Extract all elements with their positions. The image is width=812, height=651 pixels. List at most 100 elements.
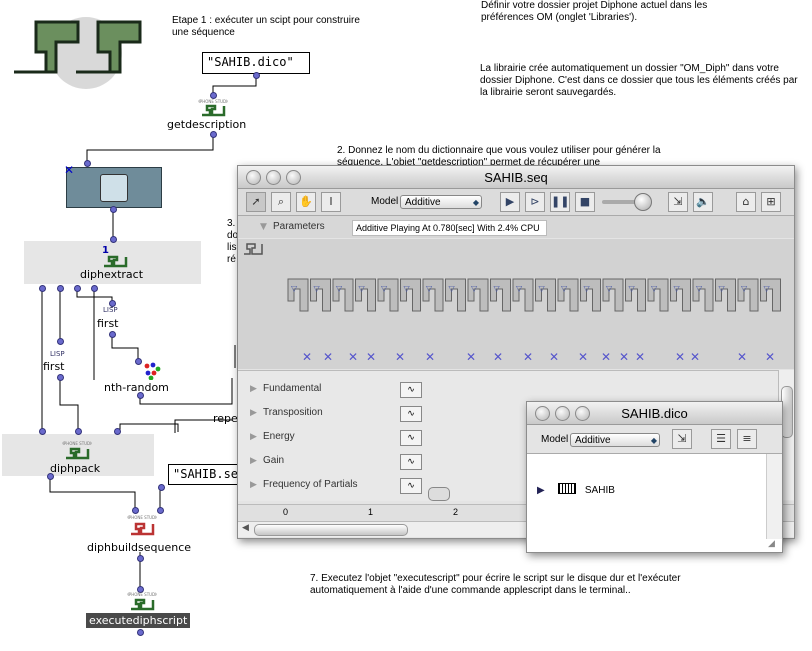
curve-editor-icon[interactable]: ∿ bbox=[400, 454, 422, 470]
marker-x-icon[interactable]: ✕ bbox=[737, 350, 747, 364]
first-left-label[interactable]: first bbox=[43, 360, 65, 373]
diphbuildsequence-inlet-1[interactable] bbox=[132, 507, 139, 514]
seq-name-outlet[interactable] bbox=[158, 484, 165, 491]
marker-x-icon[interactable]: ✕ bbox=[523, 350, 533, 364]
marker-x-icon[interactable]: ✕ bbox=[366, 350, 376, 364]
diphextract-outlet-4[interactable] bbox=[91, 285, 98, 292]
hand-tool-icon[interactable]: ✋ bbox=[296, 192, 316, 212]
diphpack-inlet-1[interactable] bbox=[39, 428, 46, 435]
executediphscript-label[interactable]: executediphscript bbox=[86, 613, 191, 628]
dico-list-icon[interactable]: ☰ bbox=[711, 429, 731, 449]
text-cursor-icon[interactable]: I bbox=[321, 192, 341, 212]
diphbuildsequence-icon[interactable]: DIPHONE STUDIO bbox=[127, 514, 157, 536]
scroll-left-icon[interactable]: ◀ bbox=[242, 523, 249, 533]
dico-titlebar[interactable]: SAHIB.dico bbox=[527, 402, 782, 425]
volume-slider-thumb[interactable] bbox=[634, 193, 652, 211]
dictionary-object[interactable] bbox=[66, 167, 162, 208]
param-disclosure-icon[interactable]: ▶ bbox=[250, 408, 257, 418]
marker-x-icon[interactable]: ✕ bbox=[395, 350, 405, 364]
diphpack-label[interactable]: diphpack bbox=[50, 462, 100, 475]
diphextract-outlet-2[interactable] bbox=[57, 285, 64, 292]
first-left-outlet[interactable] bbox=[57, 374, 64, 381]
marker-x-icon[interactable]: ✕ bbox=[601, 350, 611, 364]
partials-extra-button[interactable] bbox=[428, 487, 450, 501]
curve-editor-icon[interactable]: ∿ bbox=[400, 430, 422, 446]
getdescription-label[interactable]: getdescription bbox=[167, 118, 246, 131]
first-right-label[interactable]: first bbox=[97, 317, 119, 330]
arrow-tool-icon[interactable]: ➚ bbox=[246, 192, 266, 212]
dico-outlet[interactable] bbox=[253, 72, 260, 79]
dico-outline-icon[interactable]: ≡ bbox=[737, 429, 757, 449]
executediphscript-outlet[interactable] bbox=[137, 629, 144, 636]
getdescription-icon[interactable]: DIPHONE STUDIO bbox=[198, 97, 228, 117]
diphpack-outlet[interactable] bbox=[47, 473, 54, 480]
marker-x-icon[interactable]: ✕ bbox=[690, 350, 700, 364]
seq-scroll-thumb[interactable] bbox=[254, 524, 408, 536]
param-disclosure-icon[interactable]: ▶ bbox=[250, 384, 257, 394]
diphextract-outlet-3[interactable] bbox=[74, 285, 81, 292]
seq-titlebar[interactable]: SAHIB.seq bbox=[238, 166, 794, 189]
executediphscript-icon[interactable]: DIPHONE STUDIO bbox=[127, 591, 157, 611]
seq-model-select[interactable]: Additive ◆ bbox=[400, 195, 482, 209]
home-icon[interactable]: ⌂ bbox=[736, 192, 756, 212]
diphextract-icon[interactable] bbox=[100, 248, 130, 268]
marker-x-icon[interactable]: ✕ bbox=[578, 350, 588, 364]
stop-icon[interactable]: ■ bbox=[575, 192, 595, 212]
curve-editor-icon[interactable]: ∿ bbox=[400, 478, 422, 494]
dico-object-outlet[interactable] bbox=[110, 206, 117, 213]
diphbuildsequence-label[interactable]: diphbuildsequence bbox=[87, 541, 191, 554]
diphpack-inlet-2[interactable] bbox=[75, 428, 82, 435]
dico-vertical-scrollbar[interactable] bbox=[766, 454, 782, 539]
first-right-outlet[interactable] bbox=[109, 331, 116, 338]
dico-object-inlet[interactable] bbox=[84, 160, 91, 167]
dico-model-select[interactable]: Additive ◆ bbox=[570, 433, 660, 447]
dico-name-box[interactable]: "SAHIB.dico" bbox=[202, 52, 310, 74]
param-disclosure-icon[interactable]: ▶ bbox=[250, 480, 257, 490]
seq-name-box[interactable]: "SAHIB.seq" bbox=[168, 464, 252, 485]
repeat-label-fragment[interactable]: repe bbox=[213, 412, 238, 425]
diphextract-label[interactable]: diphextract bbox=[80, 268, 143, 281]
nth-random-outlet[interactable] bbox=[137, 392, 144, 399]
marker-x-icon[interactable]: ✕ bbox=[549, 350, 559, 364]
dico-export-icon[interactable]: ⇲ bbox=[672, 429, 692, 449]
nth-random-label[interactable]: nth-random bbox=[104, 381, 169, 394]
diphbuildsequence-inlet-2[interactable] bbox=[157, 507, 164, 514]
marker-x-icon[interactable]: ✕ bbox=[348, 350, 358, 364]
segment-marker-icon: ▽ bbox=[449, 284, 456, 293]
param-disclosure-icon[interactable]: ▶ bbox=[250, 456, 257, 466]
nth-random-inlet[interactable] bbox=[135, 358, 142, 365]
marker-x-icon[interactable]: ✕ bbox=[675, 350, 685, 364]
dice-icon[interactable] bbox=[143, 362, 161, 380]
marker-x-icon[interactable]: ✕ bbox=[466, 350, 476, 364]
diphextract-inlet[interactable] bbox=[110, 236, 117, 243]
play-icon[interactable]: ▶ bbox=[500, 192, 520, 212]
pause-icon[interactable]: ❚❚ bbox=[550, 192, 570, 212]
diphpack-icon[interactable]: DIPHONE STUDIO bbox=[62, 440, 92, 460]
dico-resize-grip-icon[interactable]: ◢ bbox=[768, 539, 775, 549]
param-disclosure-icon[interactable]: ▶ bbox=[250, 432, 257, 442]
getdescription-outlet[interactable] bbox=[210, 131, 217, 138]
speaker-icon[interactable]: 🔈 bbox=[693, 192, 713, 212]
marker-x-icon[interactable]: ✕ bbox=[765, 350, 775, 364]
marker-x-icon[interactable]: ✕ bbox=[619, 350, 629, 364]
dictionary-close-icon[interactable]: ✕ bbox=[64, 163, 74, 177]
marker-x-icon[interactable]: ✕ bbox=[635, 350, 645, 364]
diphextract-outlet-1[interactable] bbox=[39, 285, 46, 292]
curve-editor-icon[interactable]: ∿ bbox=[400, 406, 422, 422]
zoom-tool-icon[interactable]: ⌕ bbox=[271, 192, 291, 212]
first-left-inlet[interactable] bbox=[57, 338, 64, 345]
diphbuildsequence-outlet[interactable] bbox=[137, 555, 144, 562]
diphpack-inlet-3[interactable] bbox=[114, 428, 121, 435]
curve-editor-icon[interactable]: ∿ bbox=[400, 382, 422, 398]
marker-x-icon[interactable]: ✕ bbox=[302, 350, 312, 364]
play-loop-icon[interactable]: ⊳ bbox=[525, 192, 545, 212]
seq-segments-area[interactable]: ▽ ▽ ▽ ▽ ▽ ▽ ▽ ▽ ▽ ▽ ▽ ▽ ▽ ▽ ▽ ▽ ▽ ▽ ▽ ▽ ▽ ▽ ✕ ✕ ✕ ✕ ✕ ✕ ✕ ✕ ✕ ✕ ✕ ✕ ✕ ✕ ✕ ✕ ✕ ✕ bbox=[238, 239, 794, 369]
export-icon[interactable]: ⇲ bbox=[668, 192, 688, 212]
segments-icon[interactable]: ⊞ bbox=[761, 192, 781, 212]
dico-item-row[interactable]: ▶ SAHIB bbox=[537, 478, 615, 497]
marker-x-icon[interactable]: ✕ bbox=[323, 350, 333, 364]
parameters-disclosure-icon[interactable]: ▼ bbox=[260, 222, 267, 232]
marker-x-icon[interactable]: ✕ bbox=[493, 350, 503, 364]
marker-x-icon[interactable]: ✕ bbox=[425, 350, 435, 364]
dico-item-disclosure-icon[interactable]: ▶ bbox=[537, 485, 545, 496]
